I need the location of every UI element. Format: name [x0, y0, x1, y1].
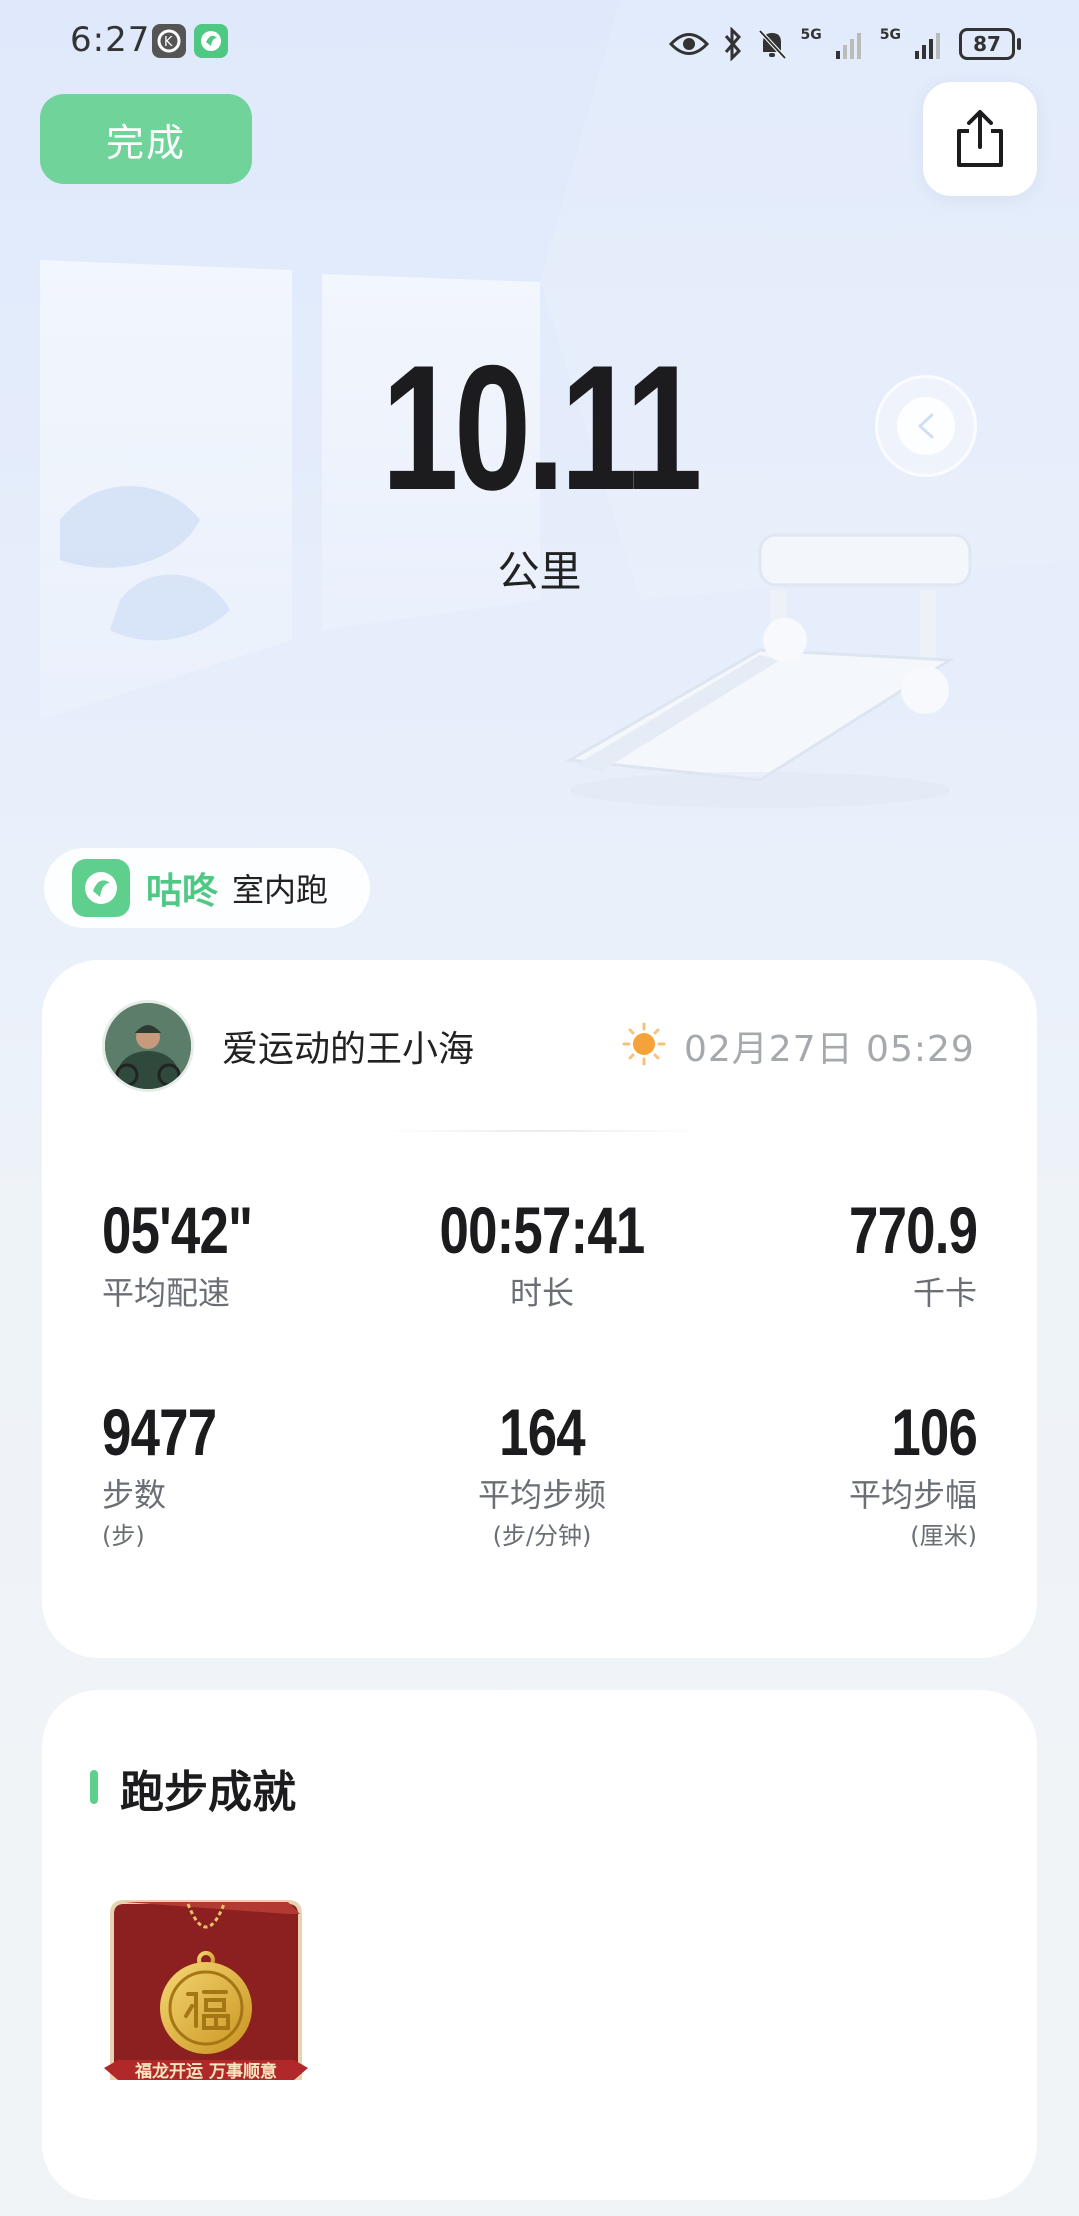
codoon-notification-icon	[194, 24, 228, 58]
achievements-card: 跑步成就 福龙开运 万事顺意	[42, 1690, 1037, 2200]
stat-label: 平均步幅	[848, 1476, 977, 1514]
stat-value: 106	[891, 1395, 978, 1469]
app-notification-icon: K	[152, 24, 186, 58]
stat-label: 平均配速	[102, 1274, 231, 1312]
activity-type: 室内跑	[232, 871, 329, 909]
battery-indicator: 87	[959, 28, 1021, 60]
brand-name: 咕咚	[146, 871, 219, 912]
stat-value: 05'42"	[102, 1193, 253, 1267]
eye-icon	[668, 33, 709, 55]
stat-unit: (步)	[102, 1522, 145, 1550]
stat-unit: (步/分钟)	[492, 1522, 592, 1550]
stat-value: 770.9	[848, 1193, 978, 1267]
workout-datetime: 02月27日 05:29	[684, 1029, 975, 1070]
stat-label: 时长	[509, 1274, 574, 1312]
stat-steps: 9477 步数 (步)	[102, 1394, 245, 1551]
divider	[382, 1130, 702, 1132]
user-name: 爱运动的王小海	[222, 1029, 475, 1070]
done-button[interactable]: 完成	[40, 94, 252, 184]
stat-avg-pace: 05'42" 平均配速	[102, 1192, 290, 1314]
stat-label: 步数	[102, 1476, 167, 1514]
stat-value: 9477	[102, 1395, 217, 1469]
stat-label: 千卡	[912, 1274, 977, 1312]
stat-duration: 00:57:41 时长	[382, 1192, 702, 1314]
svg-text:K: K	[164, 35, 173, 50]
share-icon	[957, 110, 1003, 167]
codoon-logo-icon	[72, 859, 130, 917]
scene-toggle-button[interactable]	[875, 375, 977, 477]
stat-value: 00:57:41	[439, 1193, 646, 1267]
status-icons: 5G 5G 87	[668, 22, 1021, 66]
signal-icon-2	[915, 33, 940, 59]
distance-unit: 公里	[497, 547, 582, 596]
stat-value: 164	[499, 1395, 585, 1469]
brand-badge: 咕咚 室内跑	[44, 848, 370, 928]
signal-label-2: 5G	[879, 27, 901, 43]
status-time: 6:27	[70, 20, 151, 60]
avatar[interactable]	[102, 1000, 194, 1092]
workout-summary-card: 爱运动的王小海 02月27日 05:29 05'42" 平均配速 00:57:4…	[42, 960, 1037, 1658]
chevron-left-icon	[917, 412, 935, 440]
share-button[interactable]	[923, 82, 1037, 196]
stat-label: 平均步频	[477, 1476, 606, 1514]
stat-stride: 106 平均步幅 (厘米)	[848, 1394, 978, 1551]
achievements-title: 跑步成就	[120, 1767, 296, 1818]
stat-calories: 770.9 千卡	[817, 1192, 978, 1314]
signal-icon-1	[835, 33, 861, 59]
medal-caption: 福龙开运 万事顺意	[135, 2062, 277, 2082]
stat-cadence: 164 平均步频 (步/分钟)	[382, 1394, 702, 1551]
sun-icon	[622, 1022, 666, 1066]
signal-label-1: 5G	[800, 27, 822, 43]
distance-value: 10.11	[381, 328, 702, 527]
section-accent-bar	[90, 1770, 98, 1804]
bluetooth-icon	[724, 27, 741, 61]
mute-bell-icon	[758, 29, 786, 60]
stat-unit: (厘米)	[910, 1522, 977, 1550]
